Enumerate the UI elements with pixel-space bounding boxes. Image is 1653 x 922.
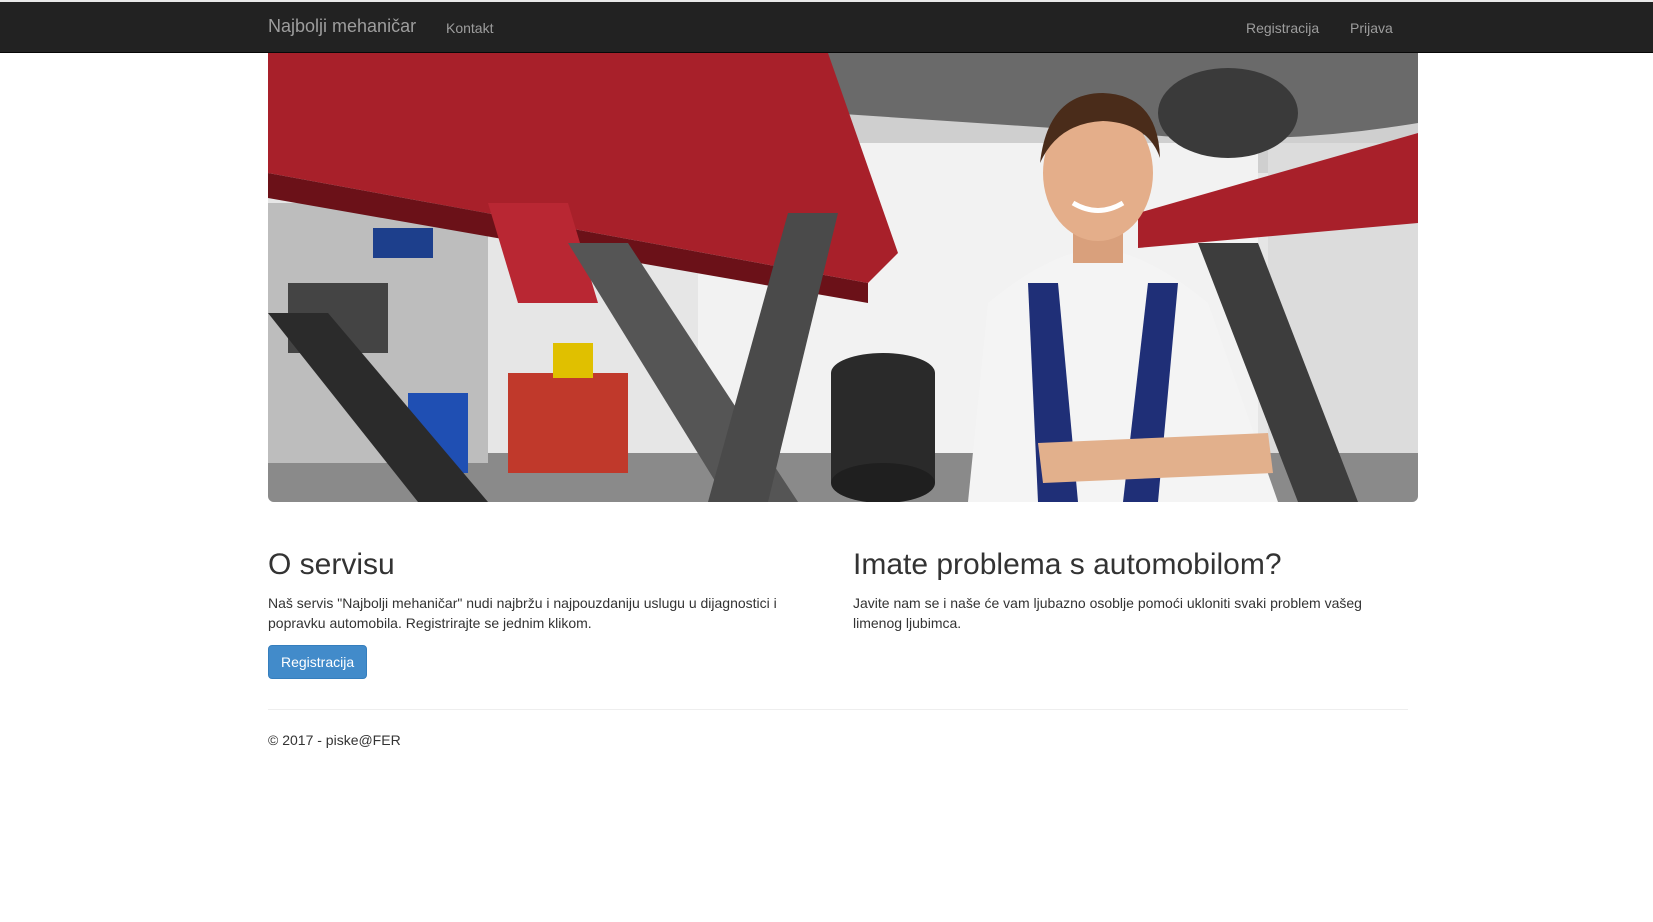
- footer-copyright: © 2017 - piske@FER: [268, 732, 401, 748]
- problem-section: Imate problema s automobilom? Javite nam…: [853, 548, 1393, 633]
- footer-divider: [268, 709, 1408, 710]
- register-button[interactable]: Registracija: [268, 645, 368, 679]
- about-section: O servisu Naš servis "Najbolji mehaničar…: [268, 548, 808, 679]
- about-text: Naš servis "Najbolji mehaničar" nudi naj…: [268, 595, 777, 631]
- nav-link-kontakt[interactable]: Kontakt: [446, 20, 493, 36]
- about-heading: O servisu: [268, 548, 395, 581]
- problem-text: Javite nam se i naše će vam ljubazno oso…: [853, 595, 1362, 631]
- mechanic-garage-illustration: [268, 53, 1418, 502]
- brand-link[interactable]: Najbolji mehaničar: [268, 16, 416, 37]
- problem-heading: Imate problema s automobilom?: [853, 548, 1282, 581]
- top-navbar: Najbolji mehaničar Kontakt Registracija …: [0, 0, 1653, 53]
- nav-link-prijava[interactable]: Prijava: [1350, 20, 1393, 36]
- nav-link-registracija[interactable]: Registracija: [1246, 20, 1319, 36]
- hero-image: [268, 53, 1418, 502]
